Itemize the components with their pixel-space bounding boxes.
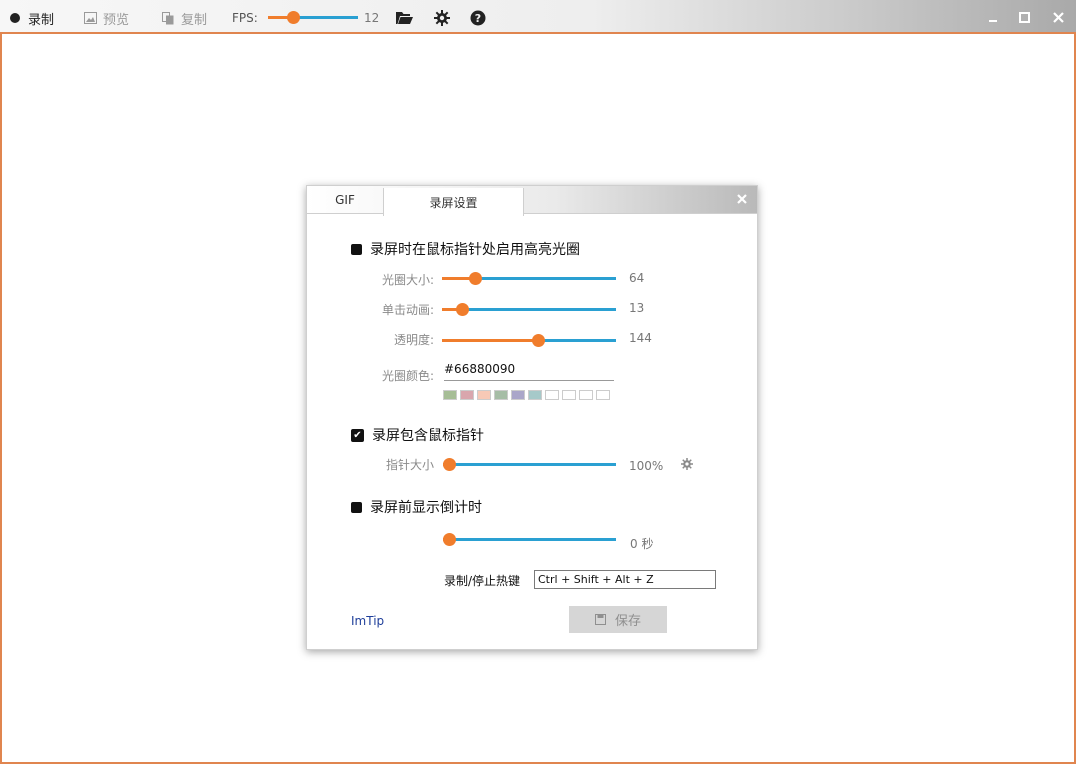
record-button[interactable]: 录制 xyxy=(10,9,55,28)
preview-button[interactable]: 预览 xyxy=(84,9,130,28)
settings-button[interactable] xyxy=(434,9,450,27)
ring-color-input[interactable]: #66880090 xyxy=(444,362,614,381)
minimize-icon xyxy=(989,20,997,22)
ring-size-label: 光圈大小: xyxy=(381,273,434,287)
ring-size-slider[interactable] xyxy=(442,272,616,286)
dialog-close-button[interactable] xyxy=(737,192,747,208)
save-icon xyxy=(594,614,606,625)
fps-slider[interactable] xyxy=(268,11,358,25)
color-swatch[interactable] xyxy=(460,390,474,400)
close-icon xyxy=(1052,11,1064,23)
ring-color-label: 光圈颜色: xyxy=(381,369,434,383)
preview-label: 预览 xyxy=(103,12,130,28)
click-animation-label: 单击动画: xyxy=(381,303,434,317)
color-swatches xyxy=(443,390,613,400)
opacity-slider-track xyxy=(538,339,616,342)
click-animation-slider-thumb[interactable] xyxy=(456,303,469,316)
color-swatch[interactable] xyxy=(528,390,542,400)
countdown-section-label: 录屏前显示倒计时 xyxy=(370,500,482,516)
folder-open-icon xyxy=(396,12,413,24)
fps-value: 12 xyxy=(364,11,380,25)
pointer-size-slider[interactable] xyxy=(443,458,616,472)
pointer-size-slider-thumb[interactable] xyxy=(443,458,456,471)
ring-size-value: 64 xyxy=(629,271,645,285)
maximize-button[interactable] xyxy=(1015,8,1033,26)
help-icon: ? xyxy=(470,10,486,26)
countdown-value: 0 秒 xyxy=(630,537,654,551)
click-animation-slider-track xyxy=(462,308,616,311)
save-button[interactable]: 保存 xyxy=(569,606,667,633)
close-button[interactable] xyxy=(1049,8,1067,26)
record-dot-icon xyxy=(10,13,20,23)
close-icon xyxy=(737,194,747,204)
cursor-section-toggle[interactable]: ✔ 录屏包含鼠标指针 xyxy=(351,425,484,445)
gear-icon xyxy=(434,10,450,26)
open-folder-button[interactable] xyxy=(396,9,413,27)
fps-label: FPS: xyxy=(232,11,258,25)
highlight-section-label: 录屏时在鼠标指针处启用高亮光圈 xyxy=(370,242,580,258)
click-animation-slider[interactable] xyxy=(442,303,616,317)
hotkey-label: 录制/停止热键 xyxy=(444,574,521,588)
pointer-size-slider-track xyxy=(449,463,616,466)
dialog-header: GIF 录屏设置 xyxy=(307,186,757,216)
countdown-slider[interactable] xyxy=(443,533,616,547)
imtip-link[interactable]: ImTip xyxy=(351,614,384,628)
hotkey-input[interactable]: Ctrl + Shift + Alt + Z xyxy=(534,570,716,589)
pointer-size-label: 指针大小 xyxy=(385,458,434,472)
tab-gif[interactable]: GIF xyxy=(307,186,383,213)
minimize-button[interactable] xyxy=(984,8,1002,26)
tab-gif-label: GIF xyxy=(335,192,355,207)
help-button[interactable]: ? xyxy=(470,9,486,27)
pointer-settings-button[interactable] xyxy=(681,458,695,472)
countdown-section-toggle[interactable]: 录屏前显示倒计时 xyxy=(351,497,482,517)
opacity-slider-thumb[interactable] xyxy=(532,334,545,347)
record-label: 录制 xyxy=(28,12,55,28)
copy-label: 复制 xyxy=(181,12,208,28)
pointer-size-value: 100% xyxy=(629,459,664,473)
cursor-section-label: 录屏包含鼠标指针 xyxy=(372,428,484,444)
countdown-slider-track xyxy=(449,538,616,541)
highlight-checkbox[interactable] xyxy=(351,243,362,255)
color-swatch[interactable] xyxy=(545,390,559,400)
click-animation-value: 13 xyxy=(629,301,645,315)
countdown-slider-thumb[interactable] xyxy=(443,533,456,546)
color-swatch[interactable] xyxy=(443,390,457,400)
color-swatch[interactable] xyxy=(477,390,491,400)
opacity-value: 144 xyxy=(629,331,652,345)
copy-icon xyxy=(162,11,174,24)
opacity-slider[interactable] xyxy=(442,334,616,348)
copy-button[interactable]: 复制 xyxy=(162,9,208,28)
gear-icon xyxy=(681,458,693,470)
maximize-icon xyxy=(1018,11,1030,23)
countdown-checkbox[interactable] xyxy=(351,501,362,513)
color-swatch[interactable] xyxy=(511,390,525,400)
cursor-checkbox[interactable]: ✔ xyxy=(351,428,364,442)
tab-recording-settings[interactable]: 录屏设置 xyxy=(383,188,524,216)
color-swatch[interactable] xyxy=(596,390,610,400)
color-swatch[interactable] xyxy=(494,390,508,400)
fps-slider-track xyxy=(293,16,358,19)
svg-text:?: ? xyxy=(475,12,481,25)
recording-settings-dialog: GIF 录屏设置 录屏时在鼠标指针处启用高亮光圈 光圈大小: 64 单击动画: … xyxy=(306,185,758,650)
ring-size-slider-track xyxy=(475,277,616,280)
opacity-label: 透明度: xyxy=(393,333,434,347)
color-swatch[interactable] xyxy=(562,390,576,400)
save-label: 保存 xyxy=(614,614,641,629)
ring-size-slider-thumb[interactable] xyxy=(469,272,482,285)
tab-recording-settings-label: 录屏设置 xyxy=(429,195,478,210)
image-icon xyxy=(84,12,97,24)
title-bar: 录制 预览 复制 FPS: 12 ? xyxy=(0,0,1076,34)
color-swatch[interactable] xyxy=(579,390,593,400)
highlight-section-toggle[interactable]: 录屏时在鼠标指针处启用高亮光圈 xyxy=(351,239,580,259)
fps-slider-thumb[interactable] xyxy=(287,11,300,24)
opacity-slider-fill xyxy=(442,339,539,342)
